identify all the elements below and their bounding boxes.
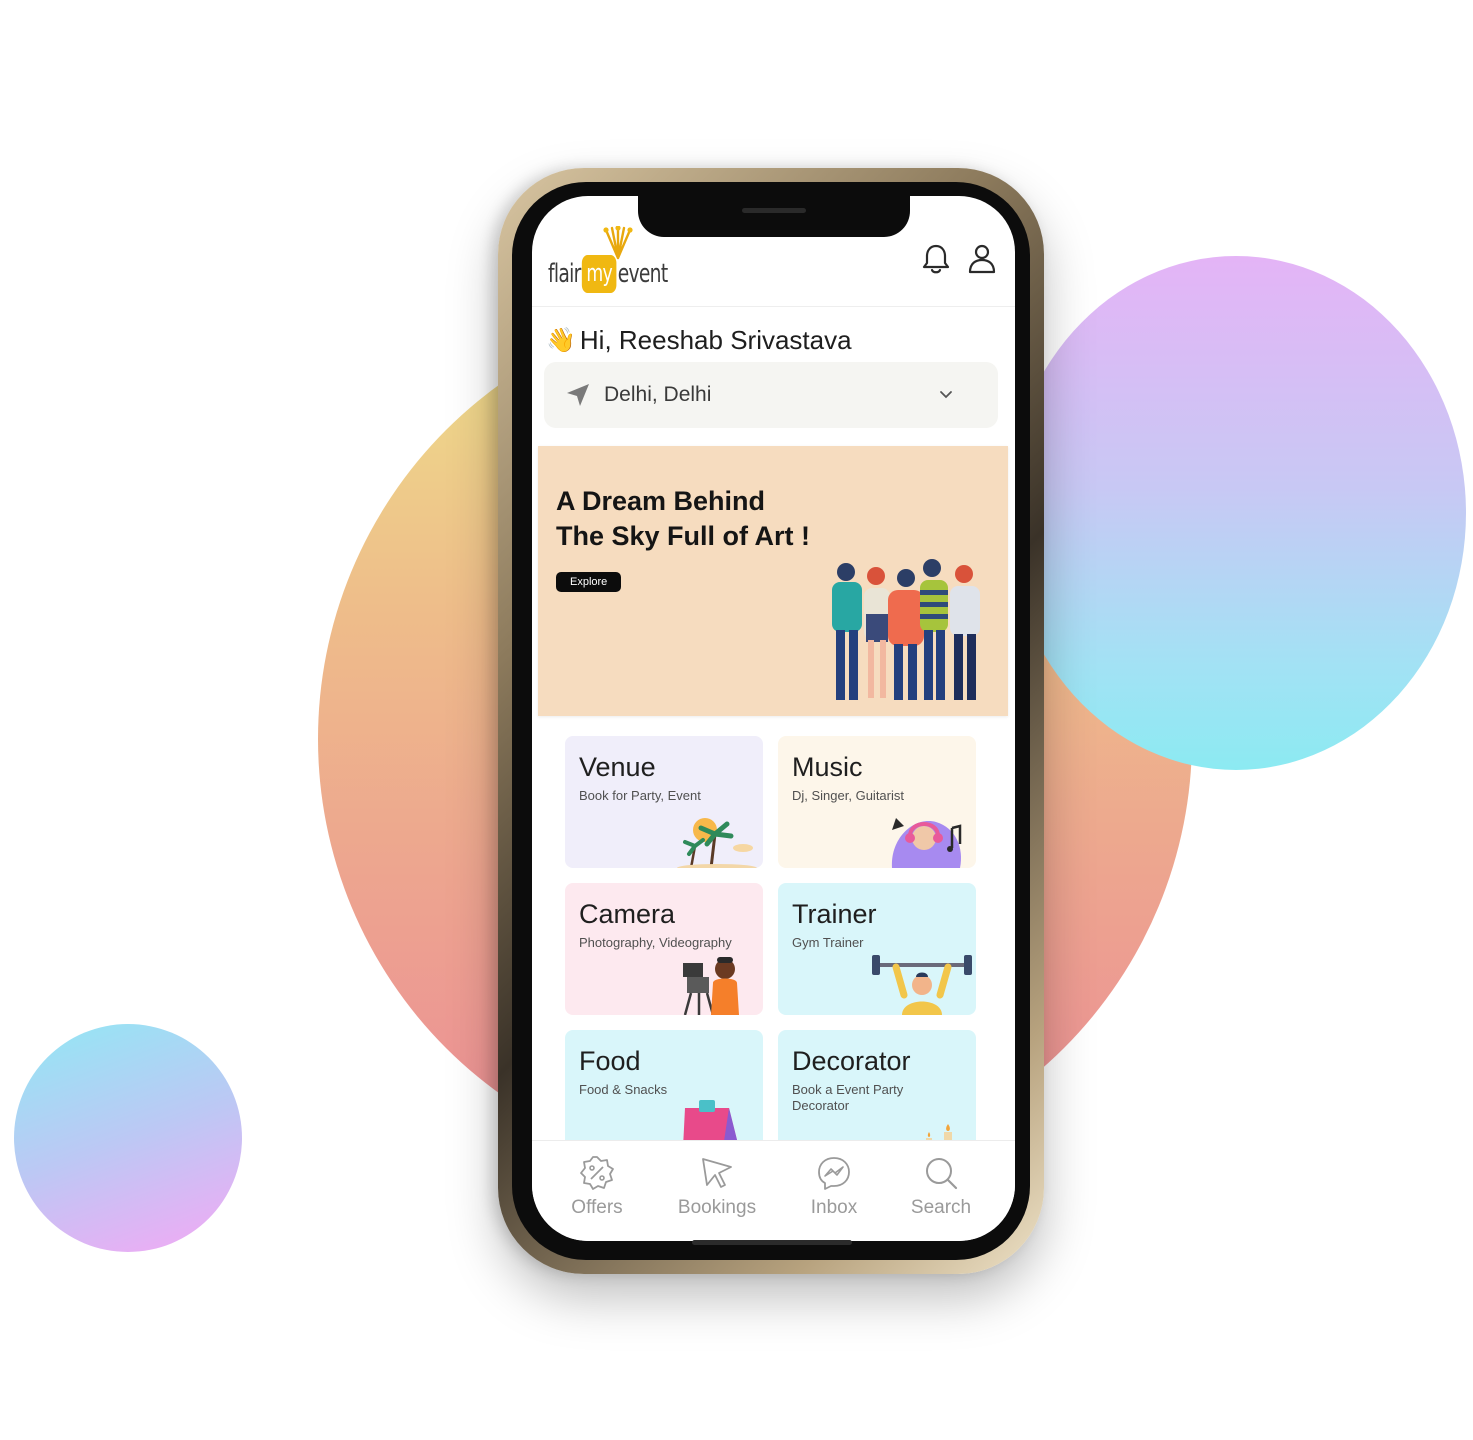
location-selector[interactable]: Delhi, Delhi — [544, 362, 998, 428]
background-circle-small — [14, 1024, 242, 1252]
user-profile-icon[interactable] — [966, 242, 998, 276]
app-screen: flair my event 👋 Hi, Reeshab Srivastava … — [532, 196, 1015, 1241]
nav-label: Offers — [571, 1197, 623, 1218]
nav-search[interactable]: Search — [891, 1155, 991, 1219]
category-trainer[interactable]: Trainer Gym Trainer — [778, 883, 976, 1015]
offers-badge-icon — [580, 1156, 614, 1190]
background-circle-right — [1006, 256, 1466, 770]
category-subtitle: Dj, Singer, Guitarist — [792, 788, 904, 803]
category-title: Decorator — [792, 1046, 911, 1076]
nav-label: Inbox — [810, 1197, 858, 1218]
brand-wordmark: flair my event — [548, 250, 668, 298]
friends-group-illustration — [832, 559, 980, 700]
location-value: Delhi, Delhi — [604, 383, 712, 406]
greeting-text: Hi, Reeshab Srivastava — [579, 324, 852, 355]
phone-speaker — [742, 208, 806, 213]
category-subtitle: Food & Snacks — [579, 1082, 668, 1097]
nav-label: Bookings — [677, 1197, 757, 1218]
video-camera-operator-icon — [683, 957, 739, 1015]
beach-palm-icon — [677, 818, 757, 868]
search-icon — [926, 1158, 958, 1190]
nav-offers[interactable]: Offers — [547, 1155, 647, 1219]
navigation-arrow-icon — [567, 384, 589, 406]
home-indicator[interactable] — [692, 1240, 852, 1245]
music-headphones-icon — [891, 818, 962, 868]
category-music[interactable]: Music Dj, Singer, Guitarist — [778, 736, 976, 868]
category-title: Venue — [579, 752, 656, 782]
promo-banner[interactable]: A Dream Behind The Sky Full of Art ! Exp… — [538, 446, 1008, 716]
bell-icon[interactable] — [920, 242, 952, 276]
category-subtitle: Book a Event Party Decorator — [792, 1082, 904, 1113]
category-title: Music — [792, 752, 863, 782]
category-title: Food — [579, 1046, 641, 1076]
greeting: 👋 Hi, Reeshab Srivastava — [546, 320, 852, 360]
category-subtitle: Book for Party, Event — [579, 788, 701, 803]
brand-part-flair: flair — [548, 259, 581, 289]
nav-inbox[interactable]: Inbox — [784, 1155, 884, 1219]
brand-part-event: event — [617, 259, 668, 289]
banner-title: A Dream Behind The Sky Full of Art ! — [556, 486, 811, 551]
nav-label: Search — [910, 1197, 972, 1218]
chevron-down-icon — [940, 391, 952, 399]
category-venue[interactable]: Venue Book for Party, Event — [565, 736, 763, 868]
weightlifter-icon — [872, 955, 972, 1015]
waving-hand-icon: 👋 — [546, 326, 576, 354]
brand-part-my: my — [582, 255, 617, 293]
header-divider — [532, 306, 1015, 307]
cursor-arrow-icon — [702, 1158, 732, 1188]
category-camera[interactable]: Camera Photography, Videography — [565, 883, 763, 1015]
messenger-icon — [818, 1157, 850, 1190]
nav-bookings[interactable]: Bookings — [667, 1155, 767, 1219]
bottom-navigation: Offers Bookings Inbox Search — [532, 1140, 1015, 1241]
category-title: Camera — [579, 899, 676, 929]
brand-logo[interactable]: flair my event — [548, 226, 688, 296]
explore-button[interactable]: Explore — [556, 572, 622, 592]
category-subtitle: Photography, Videography — [579, 935, 732, 950]
category-title: Trainer — [792, 899, 877, 929]
